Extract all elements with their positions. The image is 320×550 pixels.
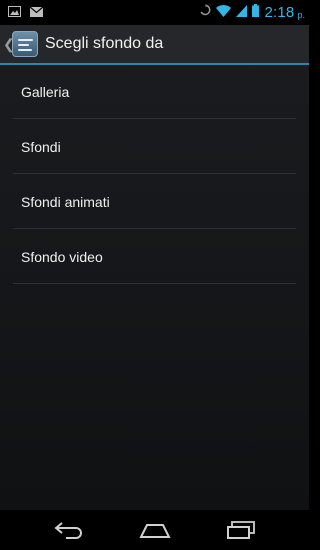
up-caret-icon[interactable]: ❮ bbox=[3, 36, 15, 53]
wallpaper-settings-icon[interactable] bbox=[12, 31, 38, 57]
wifi-icon bbox=[216, 4, 232, 22]
action-bar[interactable]: ❮ Scegli sfondo da bbox=[0, 25, 309, 63]
system-icons: 2:18 p. bbox=[200, 3, 309, 22]
clock-ampm: p. bbox=[297, 9, 305, 20]
battery-icon bbox=[252, 3, 260, 22]
list-item-sfondi[interactable]: Sfondi bbox=[0, 119, 309, 174]
signal-icon bbox=[236, 4, 248, 22]
list-item-sfondo-video[interactable]: Sfondo video bbox=[0, 229, 309, 284]
sync-icon bbox=[200, 3, 211, 22]
clock-time: 2:18 bbox=[264, 4, 295, 21]
screen: 2:18 p. ❮ Scegli sfondo da Galleria Sfon… bbox=[0, 0, 309, 550]
navigation-bar bbox=[0, 510, 309, 550]
picture-icon bbox=[8, 4, 21, 22]
list-item-galleria[interactable]: Galleria bbox=[0, 65, 309, 119]
list-item-label: Sfondi animati bbox=[21, 193, 110, 210]
status-bar: 2:18 p. bbox=[0, 0, 309, 25]
back-icon[interactable] bbox=[52, 519, 86, 541]
list-item-label: Galleria bbox=[21, 84, 70, 100]
list-item-label: Sfondo video bbox=[21, 248, 103, 265]
list-item-label: Sfondi bbox=[21, 138, 61, 155]
recents-icon[interactable] bbox=[225, 519, 259, 541]
home-icon[interactable] bbox=[138, 519, 172, 541]
notification-icons bbox=[0, 4, 44, 22]
page-title: Scegli sfondo da bbox=[45, 35, 164, 52]
wallpaper-source-list: Galleria Sfondi Sfondi animati Sfondo vi… bbox=[0, 65, 309, 284]
gmail-icon bbox=[29, 4, 44, 22]
list-item-sfondi-animati[interactable]: Sfondi animati bbox=[0, 174, 309, 229]
